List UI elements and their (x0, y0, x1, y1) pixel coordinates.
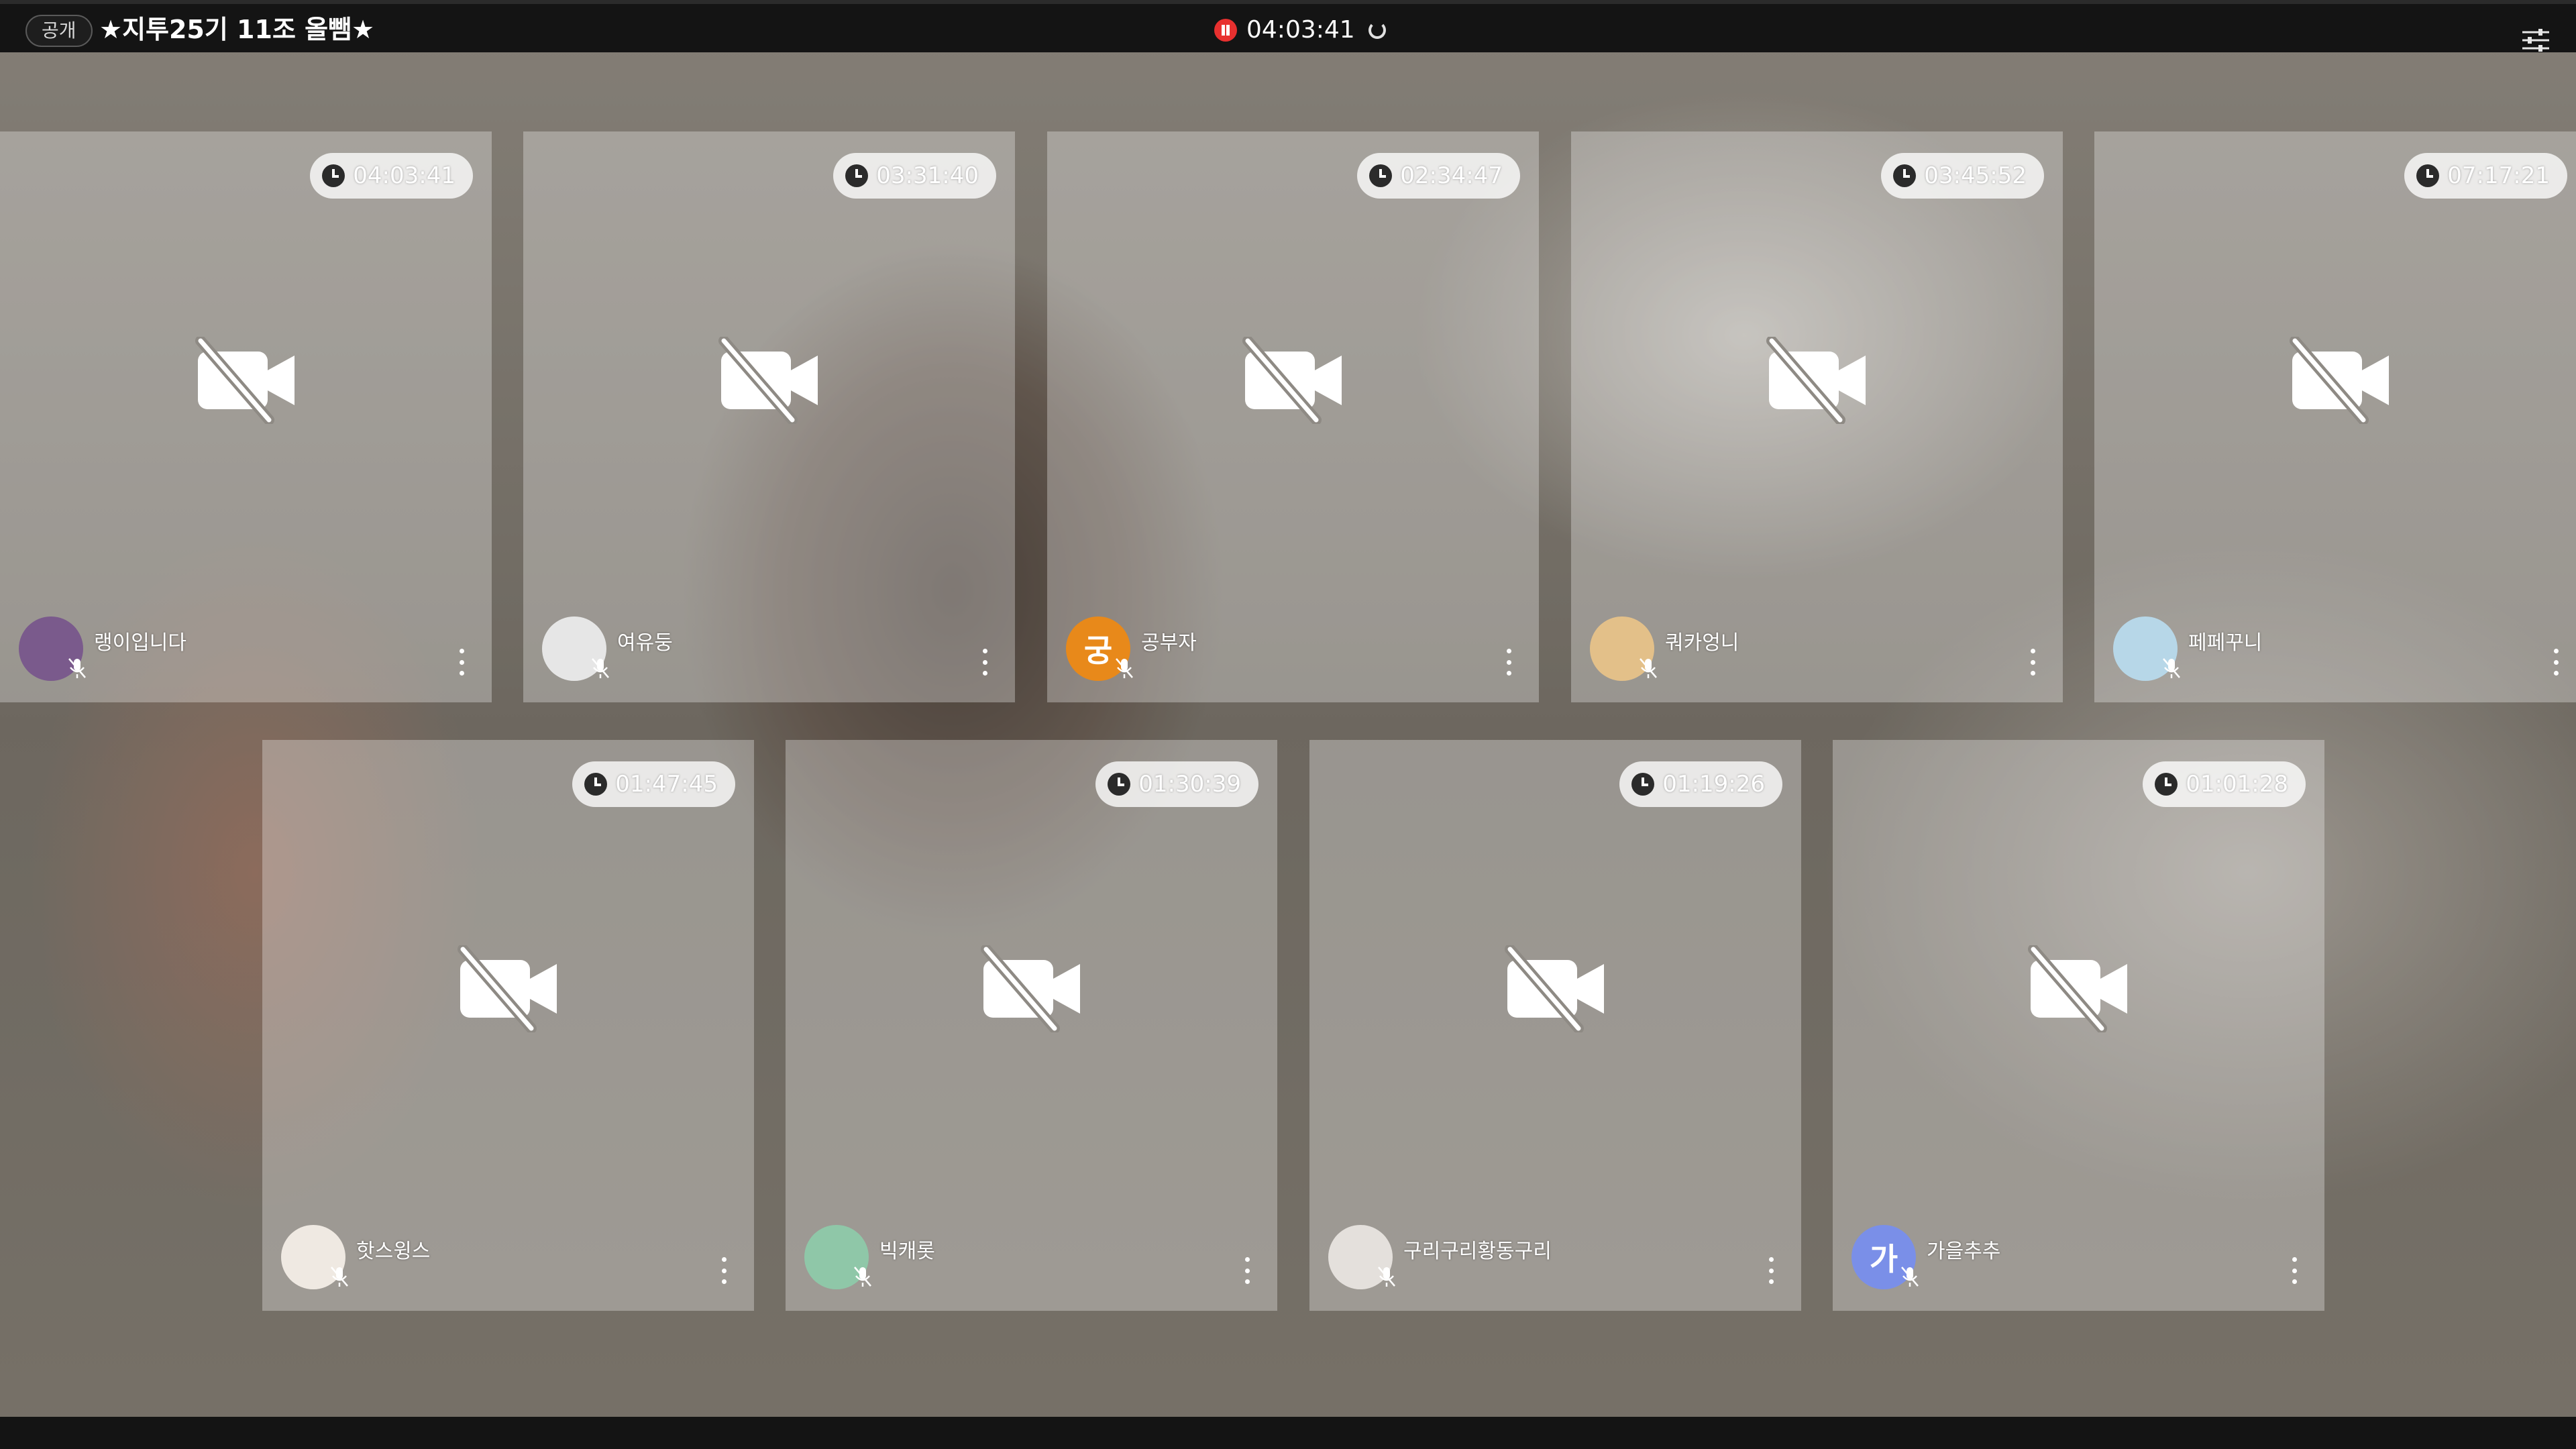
participant-name: 여유둥 (617, 631, 673, 655)
timer-text: 03:31:40 (876, 162, 979, 189)
mic-off-icon (1116, 658, 1133, 678)
participant-name: 구리구리황동구리 (1403, 1240, 1552, 1263)
mic-off-icon (854, 1267, 871, 1287)
mic-off-icon (2163, 658, 2180, 678)
timer-text: 04:03:41 (353, 162, 455, 189)
clock-icon (2416, 164, 2440, 187)
more-options-icon[interactable] (2029, 649, 2036, 676)
study-timer: 01:30:39 (1095, 761, 1258, 807)
participant-name: 페페꾸니 (2188, 631, 2263, 655)
more-options-icon[interactable] (1505, 649, 1512, 676)
mic-off-icon (68, 658, 86, 678)
timer-text: 01:47:45 (615, 771, 718, 798)
timer-text: 01:01:28 (2186, 771, 2288, 798)
participant-name: 가을추추 (1927, 1240, 2001, 1263)
participant-tile[interactable]: 01:47:45 핫스윙스 (262, 740, 754, 1311)
timer-text: 02:34:47 (1400, 162, 1503, 189)
more-options-icon[interactable] (458, 649, 465, 676)
more-options-icon[interactable] (2291, 1257, 2298, 1284)
camera-off-icon (1242, 336, 1342, 424)
camera-off-icon (718, 336, 818, 424)
more-options-icon[interactable] (1768, 1257, 1774, 1284)
avatar-initial: 가 (1869, 1241, 1898, 1277)
camera-off-icon (2027, 945, 2127, 1032)
more-options-icon[interactable] (2553, 649, 2559, 676)
camera-off-icon (2289, 336, 2389, 424)
mic-off-icon (1901, 1267, 1919, 1287)
participant-name: 핫스윙스 (356, 1240, 431, 1263)
settings-sliders-icon[interactable] (2521, 27, 2551, 54)
study-timer: 07:17:21 (2404, 153, 2567, 199)
participant-tile[interactable]: 01:30:39 빅캐롯 (786, 740, 1277, 1311)
timer-text: 03:45:52 (1924, 162, 2027, 189)
study-timer: 01:47:45 (572, 761, 735, 807)
participant-tile[interactable]: 01:19:26 구리구리황동구리 (1309, 740, 1801, 1311)
participant-tile[interactable]: 02:34:47 궁 공부자 (1047, 131, 1539, 702)
camera-off-icon (1504, 945, 1604, 1032)
clock-icon (1893, 164, 1917, 187)
camera-off-icon (980, 945, 1080, 1032)
study-timer: 04:03:41 (310, 153, 473, 199)
participant-tile[interactable]: 03:45:52 쿼카엉니 (1571, 131, 2063, 702)
study-timer: 01:19:26 (1619, 761, 1782, 807)
more-options-icon[interactable] (1244, 1257, 1250, 1284)
elapsed-time: 04:03:41 (1246, 16, 1355, 44)
more-options-icon[interactable] (720, 1257, 727, 1284)
recording-status: 04:03:41 (1214, 13, 1386, 47)
participant-tile[interactable]: 03:31:40 여유둥 (523, 131, 1015, 702)
study-timer: 03:31:40 (833, 153, 996, 199)
clock-icon (584, 773, 608, 796)
clock-icon (1369, 164, 1393, 187)
clock-icon (1631, 773, 1655, 796)
recording-pause-icon[interactable] (1214, 19, 1237, 42)
participant-name: 빅캐롯 (879, 1240, 935, 1263)
participant-tile[interactable]: 07:17:21 페페꾸니 (2094, 131, 2576, 702)
participant-tile[interactable]: 01:01:28 가 가을추추 (1833, 740, 2324, 1311)
public-badge: 공개 (25, 15, 93, 47)
timer-text: 01:30:39 (1138, 771, 1241, 798)
camera-off-icon (195, 336, 294, 424)
room-title: ★지투25기 11조 올뺌★ (99, 15, 375, 44)
participant-name: 랭이입니다 (94, 631, 186, 655)
clock-icon (1108, 773, 1131, 796)
avatar-initial: 궁 (1083, 633, 1113, 669)
camera-off-icon (1766, 336, 1866, 424)
timer-text: 01:19:26 (1662, 771, 1765, 798)
refresh-icon[interactable] (1368, 21, 1386, 39)
participant-tile[interactable]: 04:03:41 랭이입니다 (0, 131, 492, 702)
mic-off-icon (1640, 658, 1657, 678)
clock-icon (2155, 773, 2178, 796)
camera-off-icon (457, 945, 557, 1032)
clock-icon (322, 164, 345, 187)
participant-name: 공부자 (1141, 631, 1197, 655)
study-timer: 01:01:28 (2143, 761, 2306, 807)
study-timer: 03:45:52 (1881, 153, 2044, 199)
more-options-icon[interactable] (981, 649, 988, 676)
mic-off-icon (1378, 1267, 1395, 1287)
participant-name: 쿼카엉니 (1665, 631, 1739, 655)
study-timer: 02:34:47 (1357, 153, 1520, 199)
mic-off-icon (592, 658, 609, 678)
mic-off-icon (331, 1267, 348, 1287)
timer-text: 07:17:21 (2447, 162, 2550, 189)
clock-icon (845, 164, 869, 187)
top-bar: 공개 ★지투25기 11조 올뺌★ 04:03:41 (0, 0, 2576, 52)
bottom-bar (0, 1417, 2576, 1449)
